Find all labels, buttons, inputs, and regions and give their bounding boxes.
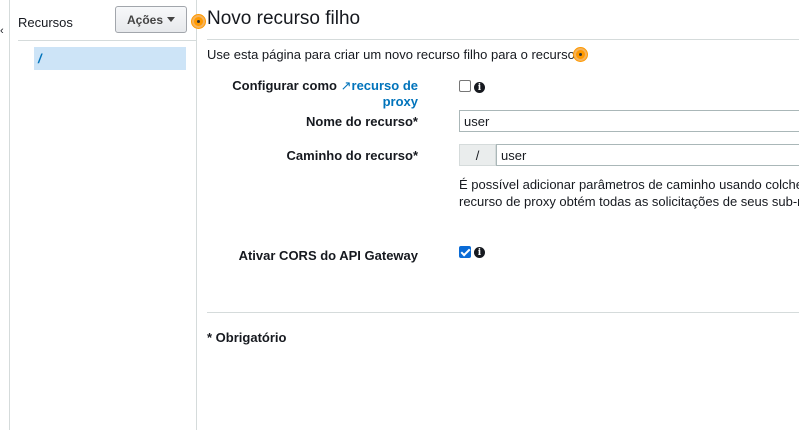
caret-down-icon [167, 17, 176, 22]
help-dot-icon[interactable] [574, 48, 587, 61]
resources-title: Recursos [18, 15, 73, 30]
proxy-resource-link-text: recurso de proxy [351, 78, 418, 109]
help-text-line: recurso de proxy obtém todas as solicita… [459, 194, 799, 209]
enable-cors-checkbox[interactable] [459, 246, 471, 258]
resources-panel: Recursos Ações / [10, 0, 197, 430]
proxy-resource-link[interactable]: ↗recurso de proxy [341, 78, 418, 109]
actions-label: Ações [126, 12, 164, 27]
divider [18, 40, 196, 41]
resource-path-prefix: / [459, 144, 496, 166]
proxy-label-prefix: Configurar como [232, 78, 337, 93]
resource-path-label: Caminho do recurso* [286, 148, 418, 163]
resource-path-help-text: É possível adicionar parâmetros de camin… [459, 176, 799, 210]
left-collapsed-strip: ‹ [0, 0, 10, 430]
actions-dropdown-button[interactable]: Ações [115, 6, 187, 33]
info-icon[interactable]: i [474, 82, 485, 93]
resource-name-input[interactable]: user [459, 110, 799, 132]
resource-name-label: Nome do recurso* [306, 114, 418, 129]
help-dot-icon[interactable] [192, 15, 205, 28]
divider [207, 39, 799, 40]
collapse-arrow-icon[interactable]: ‹ [0, 25, 4, 37]
resource-path-input[interactable]: user [496, 144, 799, 166]
info-icon[interactable]: i [474, 247, 485, 258]
resource-tree-item-root[interactable]: / [34, 47, 186, 70]
required-fields-note: * Obrigatório [207, 330, 287, 345]
cors-label: Ativar CORS do API Gateway [238, 248, 418, 263]
page-intro-text: Use esta página para criar um novo recur… [207, 47, 583, 62]
divider [207, 312, 799, 313]
proxy-resource-checkbox[interactable] [459, 80, 471, 92]
proxy-label: Configurar como ↗recurso de proxy [225, 78, 418, 110]
resource-tree-item-label: / [38, 51, 42, 66]
external-link-icon: ↗ [340, 78, 352, 93]
page-title: Novo recurso filho [207, 8, 361, 29]
help-text-line: É possível adicionar parâmetros de camin… [459, 177, 799, 192]
